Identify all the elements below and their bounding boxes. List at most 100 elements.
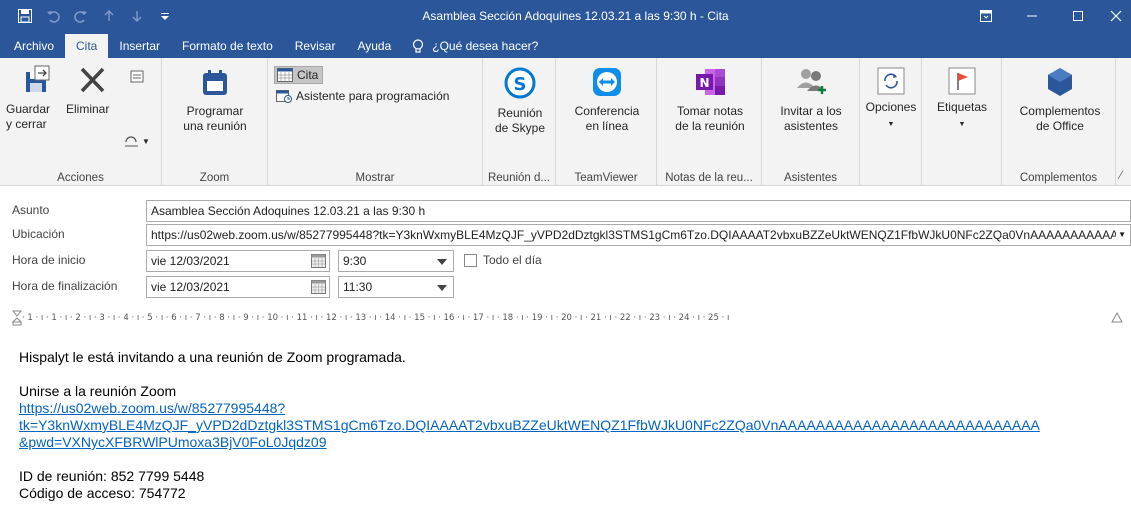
arrow-down-icon[interactable] <box>126 5 148 27</box>
meeting-id: ID de reunión: 852 7799 5448 <box>19 468 205 484</box>
calendar-icon <box>311 280 326 294</box>
quick-access-toolbar <box>0 0 176 32</box>
start-row: Hora de inicio vie 12/03/2021 9:30 Todo … <box>0 250 1131 272</box>
zoom-link-line-3[interactable]: &pwd=VXNycXFBRWlPUmoxa3BjV0FoL0Jqdz09 <box>19 434 327 450</box>
location-input[interactable]: https://us02web.zoom.us/w/85277995448?tk… <box>146 224 1131 246</box>
end-time-select[interactable]: 11:30 <box>338 276 454 298</box>
office-addins-button[interactable]: Complementos de Office <box>1008 66 1112 134</box>
tell-me-search[interactable]: ¿Qué desea hacer? <box>402 34 538 58</box>
cita-button[interactable]: Cita <box>274 66 324 84</box>
group-complementos: Complementos de Office Complementos <box>1002 58 1116 186</box>
start-label: Hora de inicio <box>12 253 86 267</box>
indent-marker-icon[interactable] <box>12 310 22 326</box>
group-label-onenote: Notas de la reu... <box>665 172 753 184</box>
options-button[interactable]: Opciones ▼ <box>862 66 920 132</box>
calendar-small-icon <box>130 70 144 83</box>
ruler[interactable]: · 1 · ı · 1 · ı · 2 · ı · 3 · ı · 4 · ı … <box>12 309 1129 327</box>
close-icon[interactable] <box>1101 0 1131 32</box>
ignore-conversation-button[interactable] <box>124 68 150 88</box>
invite-attendees-button[interactable]: Invitar a los asistentes <box>768 66 854 134</box>
scheduling-assistant-icon <box>276 90 292 103</box>
ribbon-display-options-icon[interactable] <box>963 0 1009 32</box>
save-close-button[interactable]: Guardar y cerrar <box>6 64 68 132</box>
onenote-icon: N <box>696 69 725 95</box>
delete-label: Eliminar <box>66 102 110 116</box>
location-value: https://us02web.zoom.us/w/85277995448?tk… <box>151 228 1119 242</box>
svg-text:S: S <box>514 74 527 95</box>
save-icon[interactable] <box>14 5 36 27</box>
scheduling-assistant-button[interactable]: Asistente para programación <box>276 88 449 104</box>
cita-label: Cita <box>297 68 319 82</box>
schedule-label-1: Programar <box>186 104 244 118</box>
start-date-picker[interactable]: vie 12/03/2021 <box>146 250 330 272</box>
invite-intro: Hispalyt le está invitando a una reunión… <box>19 349 406 365</box>
conference-label-1: Conferencia <box>574 104 640 118</box>
notes-label-1: Tomar notas <box>676 104 744 118</box>
forward-dropdown-button[interactable]: ▼ <box>124 134 150 148</box>
calendar-grid-icon <box>277 68 293 82</box>
end-date-picker[interactable]: vie 12/03/2021 <box>146 276 330 298</box>
group-label-teamviewer: TeamViewer <box>574 172 638 184</box>
maximize-icon[interactable] <box>1055 0 1101 32</box>
collapse-ribbon-icon[interactable]: ⁄ <box>1120 168 1122 182</box>
calendar-icon <box>311 254 326 268</box>
tab-cita[interactable]: Cita <box>65 34 109 58</box>
appointment-form: Asunto Asamblea Sección Adoquines 12.03.… <box>0 186 1131 306</box>
undo-icon[interactable] <box>42 5 64 27</box>
end-date-value: vie 12/03/2021 <box>151 280 230 294</box>
zoom-link-line-1[interactable]: https://us02web.zoom.us/w/85277995448? <box>19 400 285 416</box>
conference-label-2: en línea <box>585 119 629 133</box>
right-indent-marker-icon[interactable] <box>1111 310 1123 324</box>
lightbulb-icon <box>413 38 424 53</box>
skype-label-1: Reunión <box>497 106 543 120</box>
tab-formato-de-texto[interactable]: Formato de texto <box>171 34 284 58</box>
online-conference-button[interactable]: Conferencia en línea <box>566 66 648 134</box>
tab-insertar[interactable]: Insertar <box>108 34 171 58</box>
addins-label-2: de Office <box>1036 119 1084 133</box>
tab-revisar[interactable]: Revisar <box>284 34 347 58</box>
subject-input[interactable]: Asamblea Sección Adoquines 12.03.21 a la… <box>146 200 1131 222</box>
flag-icon <box>948 67 976 95</box>
skype-label-2: de Skype <box>494 121 546 135</box>
chevron-down-icon: ▼ <box>142 136 150 146</box>
schedule-meeting-button[interactable]: Programar una reunión <box>174 68 256 134</box>
group-etiquetas: Etiquetas ▼ <box>922 58 1002 186</box>
group-asistentes: Invitar a los asistentes Asistentes <box>762 58 860 186</box>
group-skype: S Reunión de Skype Reunión d... <box>483 58 556 186</box>
arrow-up-icon[interactable] <box>98 5 120 27</box>
group-label-mostrar: Mostrar <box>355 172 395 184</box>
scheduling-assistant-label: Asistente para programación <box>296 89 450 103</box>
start-time-select[interactable]: 9:30 <box>338 250 454 272</box>
end-time-dropdown-icon <box>437 285 447 291</box>
location-label: Ubicación <box>12 227 65 241</box>
group-mostrar: Cita Asistente para programación Mostrar <box>268 58 483 186</box>
meeting-notes-button[interactable]: N Tomar notas de la reunión <box>665 66 755 134</box>
group-opciones: Opciones ▼ <box>860 58 922 186</box>
forward-icon <box>125 136 138 147</box>
group-label-complementos: Complementos <box>1019 172 1098 184</box>
group-label-skype: Reunión d... <box>487 172 550 184</box>
tab-archivo[interactable]: Archivo <box>0 34 65 58</box>
group-zoom: Programar una reunión Zoom <box>162 58 268 186</box>
tags-chevron-icon: ▼ <box>958 121 966 128</box>
customize-qat-icon[interactable] <box>154 5 176 27</box>
zoom-calendar-icon <box>203 70 227 95</box>
location-dropdown-icon[interactable]: ▼ <box>1116 225 1126 245</box>
tab-ayuda[interactable]: Ayuda <box>346 34 402 58</box>
end-time-value: 11:30 <box>343 280 373 294</box>
svg-text:N: N <box>699 76 709 90</box>
end-row: Hora de finalización vie 12/03/2021 11:3… <box>0 276 1131 298</box>
subject-label: Asunto <box>12 203 50 217</box>
zoom-link-line-2[interactable]: tk=Y3knWxmyBLE4MzQJF_yVPD2dDztgkl3STMS1g… <box>19 417 1040 433</box>
redo-icon[interactable] <box>70 5 92 27</box>
skype-meeting-button[interactable]: S Reunión de Skype <box>487 66 553 136</box>
minimize-icon[interactable] <box>1009 0 1055 32</box>
allday-checkbox[interactable] <box>464 254 477 267</box>
delete-button[interactable]: Eliminar <box>64 64 120 117</box>
passcode: Código de acceso: 754772 <box>19 485 186 501</box>
skype-icon: S <box>504 67 536 99</box>
group-label-acciones: Acciones <box>57 172 104 184</box>
delete-x-icon <box>80 67 105 93</box>
message-body[interactable]: Hispalyt le está invitando a una reunión… <box>19 349 1129 502</box>
tags-button[interactable]: Etiquetas ▼ <box>930 66 994 132</box>
